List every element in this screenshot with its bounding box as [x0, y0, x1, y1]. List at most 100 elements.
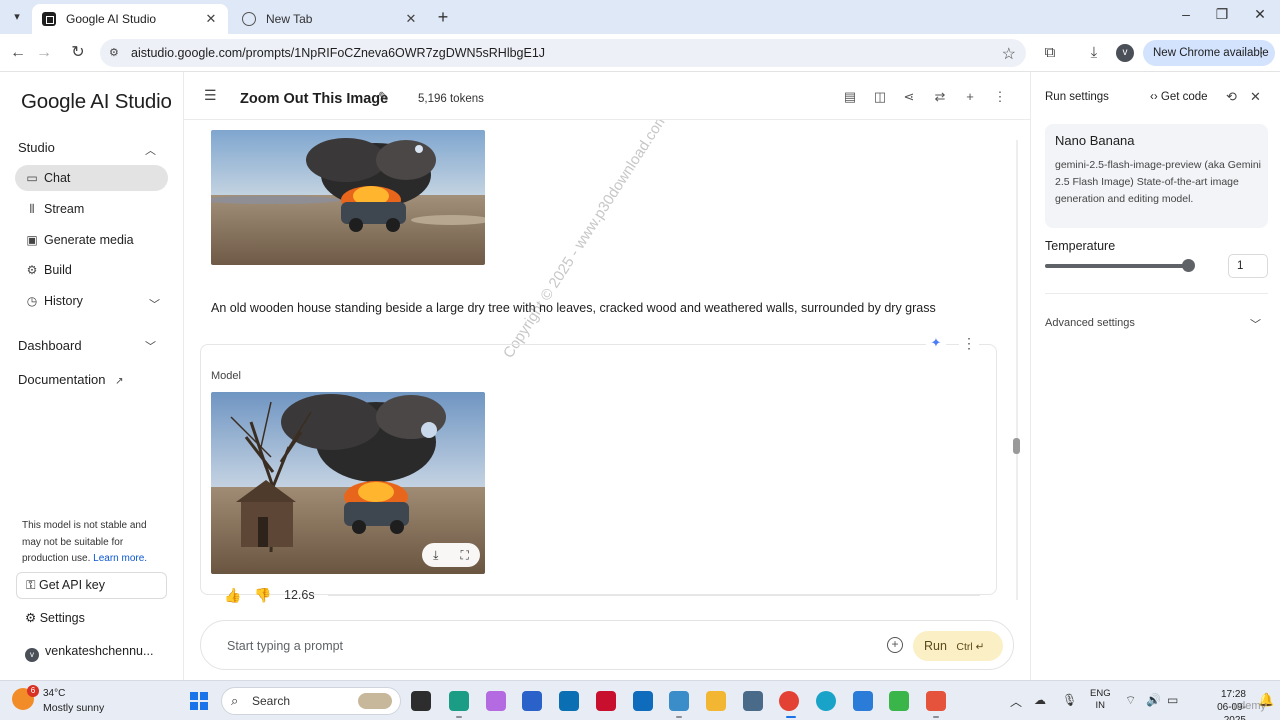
camtasia-icon[interactable] — [889, 691, 909, 711]
notepad-icon[interactable] — [743, 691, 763, 711]
run-button[interactable]: Run Ctrl ↵ — [913, 631, 1003, 661]
onedrive-icon[interactable]: ☁ — [1034, 693, 1046, 707]
windows-start-icon[interactable] — [190, 692, 208, 710]
compress-icon[interactable]: ⇄ — [932, 89, 948, 105]
add-media-icon[interactable]: + — [887, 637, 903, 653]
compare-icon[interactable]: ▤ — [842, 89, 858, 105]
back-icon[interactable]: ← — [8, 43, 28, 63]
window-close-icon[interactable]: ✕ — [1250, 6, 1270, 23]
sidebar-item-build[interactable]: ⚙ Build — [15, 257, 168, 283]
sidebar-toggle-icon[interactable]: ☰ — [204, 87, 217, 104]
temperature-input[interactable]: 1 — [1228, 254, 1268, 278]
settings-label: Settings — [39, 611, 85, 625]
temperature-slider[interactable] — [1045, 264, 1188, 268]
sparkle-icon[interactable]: ✦ — [926, 335, 946, 351]
chat-scrollbar[interactable] — [1016, 140, 1018, 600]
get-code-button[interactable]: ‹› Get code — [1150, 91, 1208, 103]
profile-avatar[interactable]: v — [1116, 44, 1134, 62]
dashboard-section-toggle[interactable]: Dashboard — [18, 338, 82, 353]
paint-icon[interactable] — [853, 691, 873, 711]
bookmark-star-icon[interactable]: ☆ — [1002, 44, 1016, 64]
battery-icon[interactable]: ▭ — [1167, 693, 1178, 707]
volume-icon[interactable]: 🔊 — [1146, 693, 1161, 707]
dell-icon[interactable] — [559, 691, 579, 711]
documentation-label: Documentation — [18, 372, 106, 387]
file-explorer-icon[interactable] — [706, 691, 726, 711]
thumbs-down-icon[interactable]: 👎 — [254, 587, 271, 604]
edge-icon[interactable] — [816, 691, 836, 711]
chevron-up-icon[interactable]: ︿ — [1010, 693, 1022, 710]
chrome-icon[interactable] — [779, 691, 799, 711]
model-label: Model — [211, 370, 241, 382]
copilot-icon[interactable] — [486, 691, 506, 711]
chevron-down-icon[interactable]: ﹀ — [1250, 316, 1261, 332]
reset-icon[interactable]: ⟲ — [1226, 89, 1237, 105]
external-link-icon: ↗ — [115, 376, 124, 387]
recorder-icon[interactable] — [926, 691, 946, 711]
reload-icon[interactable]: ↻ — [68, 43, 88, 63]
close-icon[interactable]: ✕ — [1250, 89, 1261, 105]
extensions-icon[interactable]: ⧉ — [1040, 43, 1060, 63]
temperature-slider-handle[interactable] — [1181, 259, 1195, 272]
chevron-down-icon[interactable]: ﹀ — [145, 338, 156, 354]
sidebar-item-chat[interactable]: ▭ Chat — [15, 165, 168, 191]
tab-title: New Tab — [266, 12, 313, 26]
watermark-text: Copyright © 2025 - www.p30download.com — [500, 120, 672, 362]
task-view-icon[interactable] — [411, 691, 431, 711]
app-m-icon[interactable] — [449, 691, 469, 711]
store-icon[interactable] — [522, 691, 542, 711]
prompt-input[interactable] — [227, 634, 827, 658]
forward-icon[interactable]: → — [34, 43, 54, 63]
tab-google-ai-studio[interactable]: Google AI Studio ✕ — [32, 4, 228, 34]
settings-button[interactable]: ⚙ Settings — [16, 606, 167, 633]
language-indicator[interactable]: ENG IN — [1090, 688, 1111, 712]
chevron-up-icon[interactable]: ︿ — [145, 142, 156, 158]
tab-new-tab[interactable]: New Tab ✕ — [232, 4, 428, 34]
tab-search-icon[interactable]: ▾ — [8, 8, 26, 26]
tab-close-icon[interactable]: ✕ — [404, 11, 418, 27]
new-tab-button[interactable]: + — [434, 7, 452, 27]
fullscreen-icon[interactable]: ⛶ — [461, 548, 469, 563]
generated-image-burning-car[interactable] — [211, 130, 485, 265]
app-logo[interactable]: Google AI Studio — [21, 90, 172, 114]
model-selector[interactable]: Nano Banana gemini-2.5-flash-image-previ… — [1045, 124, 1268, 228]
taskbar-search[interactable]: ⌕ Search — [221, 687, 401, 715]
advanced-settings-toggle[interactable]: Advanced settings — [1045, 317, 1135, 329]
chevron-down-icon[interactable]: ﹀ — [149, 296, 160, 312]
thumbs-up-icon[interactable]: 👍 — [224, 587, 241, 604]
sidebar-item-label: Generate media — [44, 233, 134, 247]
share-icon[interactable]: ⋖ — [901, 89, 917, 105]
outlook-icon[interactable] — [633, 691, 653, 711]
more-vert-icon[interactable]: ⋮ — [992, 89, 1008, 105]
minimize-icon[interactable]: – — [1176, 6, 1196, 22]
tab-close-icon[interactable]: ✕ — [204, 11, 218, 27]
app-icon[interactable] — [669, 691, 689, 711]
response-time: 12.6s — [284, 588, 315, 602]
more-vert-icon[interactable]: ⋮ — [959, 335, 979, 352]
restore-icon[interactable]: ❐ — [1212, 6, 1232, 23]
weather-condition[interactable]: Mostly sunny — [43, 702, 104, 714]
sidebar-item-label: History — [44, 294, 83, 308]
site-info-icon[interactable]: ⚙ — [109, 46, 123, 60]
edit-title-icon[interactable]: ✎ — [378, 89, 389, 105]
sidebar-item-history[interactable]: ◷ History — [15, 288, 168, 314]
documentation-link[interactable]: Documentation ↗ — [18, 372, 123, 387]
get-api-key-button[interactable]: ⚿ Get API key — [16, 572, 167, 599]
studio-section-toggle[interactable]: Studio — [18, 140, 55, 155]
wifi-icon[interactable]: ⌔ — [1125, 693, 1136, 708]
mcafee-icon[interactable] — [596, 691, 616, 711]
split-view-icon[interactable]: ◫ — [872, 89, 888, 105]
user-account-button[interactable]: v venkateshchennu... — [16, 639, 167, 666]
new-chat-icon[interactable]: + — [962, 89, 978, 104]
address-bar[interactable]: ⚙ aistudio.google.com/prompts/1NpRIFoCZn… — [100, 39, 1026, 67]
chat-scrollbar-thumb[interactable] — [1013, 438, 1020, 454]
weather-temperature[interactable]: 34°C — [43, 688, 65, 699]
sidebar-item-generate-media[interactable]: ▣ Generate media — [15, 227, 168, 253]
learn-more-link[interactable]: Learn more. — [93, 553, 147, 564]
download-icon[interactable]: ⤓ — [433, 548, 438, 563]
chrome-update-button[interactable]: New Chrome available ⋮ — [1143, 40, 1275, 66]
sidebar-item-stream[interactable]: ⦀ Stream — [15, 196, 168, 222]
microphone-icon[interactable]: 🎙 — [1062, 693, 1077, 707]
downloads-icon[interactable]: ⤓ — [1084, 43, 1104, 63]
url-text: aistudio.google.com/prompts/1NpRIFoCZnev… — [131, 46, 546, 60]
